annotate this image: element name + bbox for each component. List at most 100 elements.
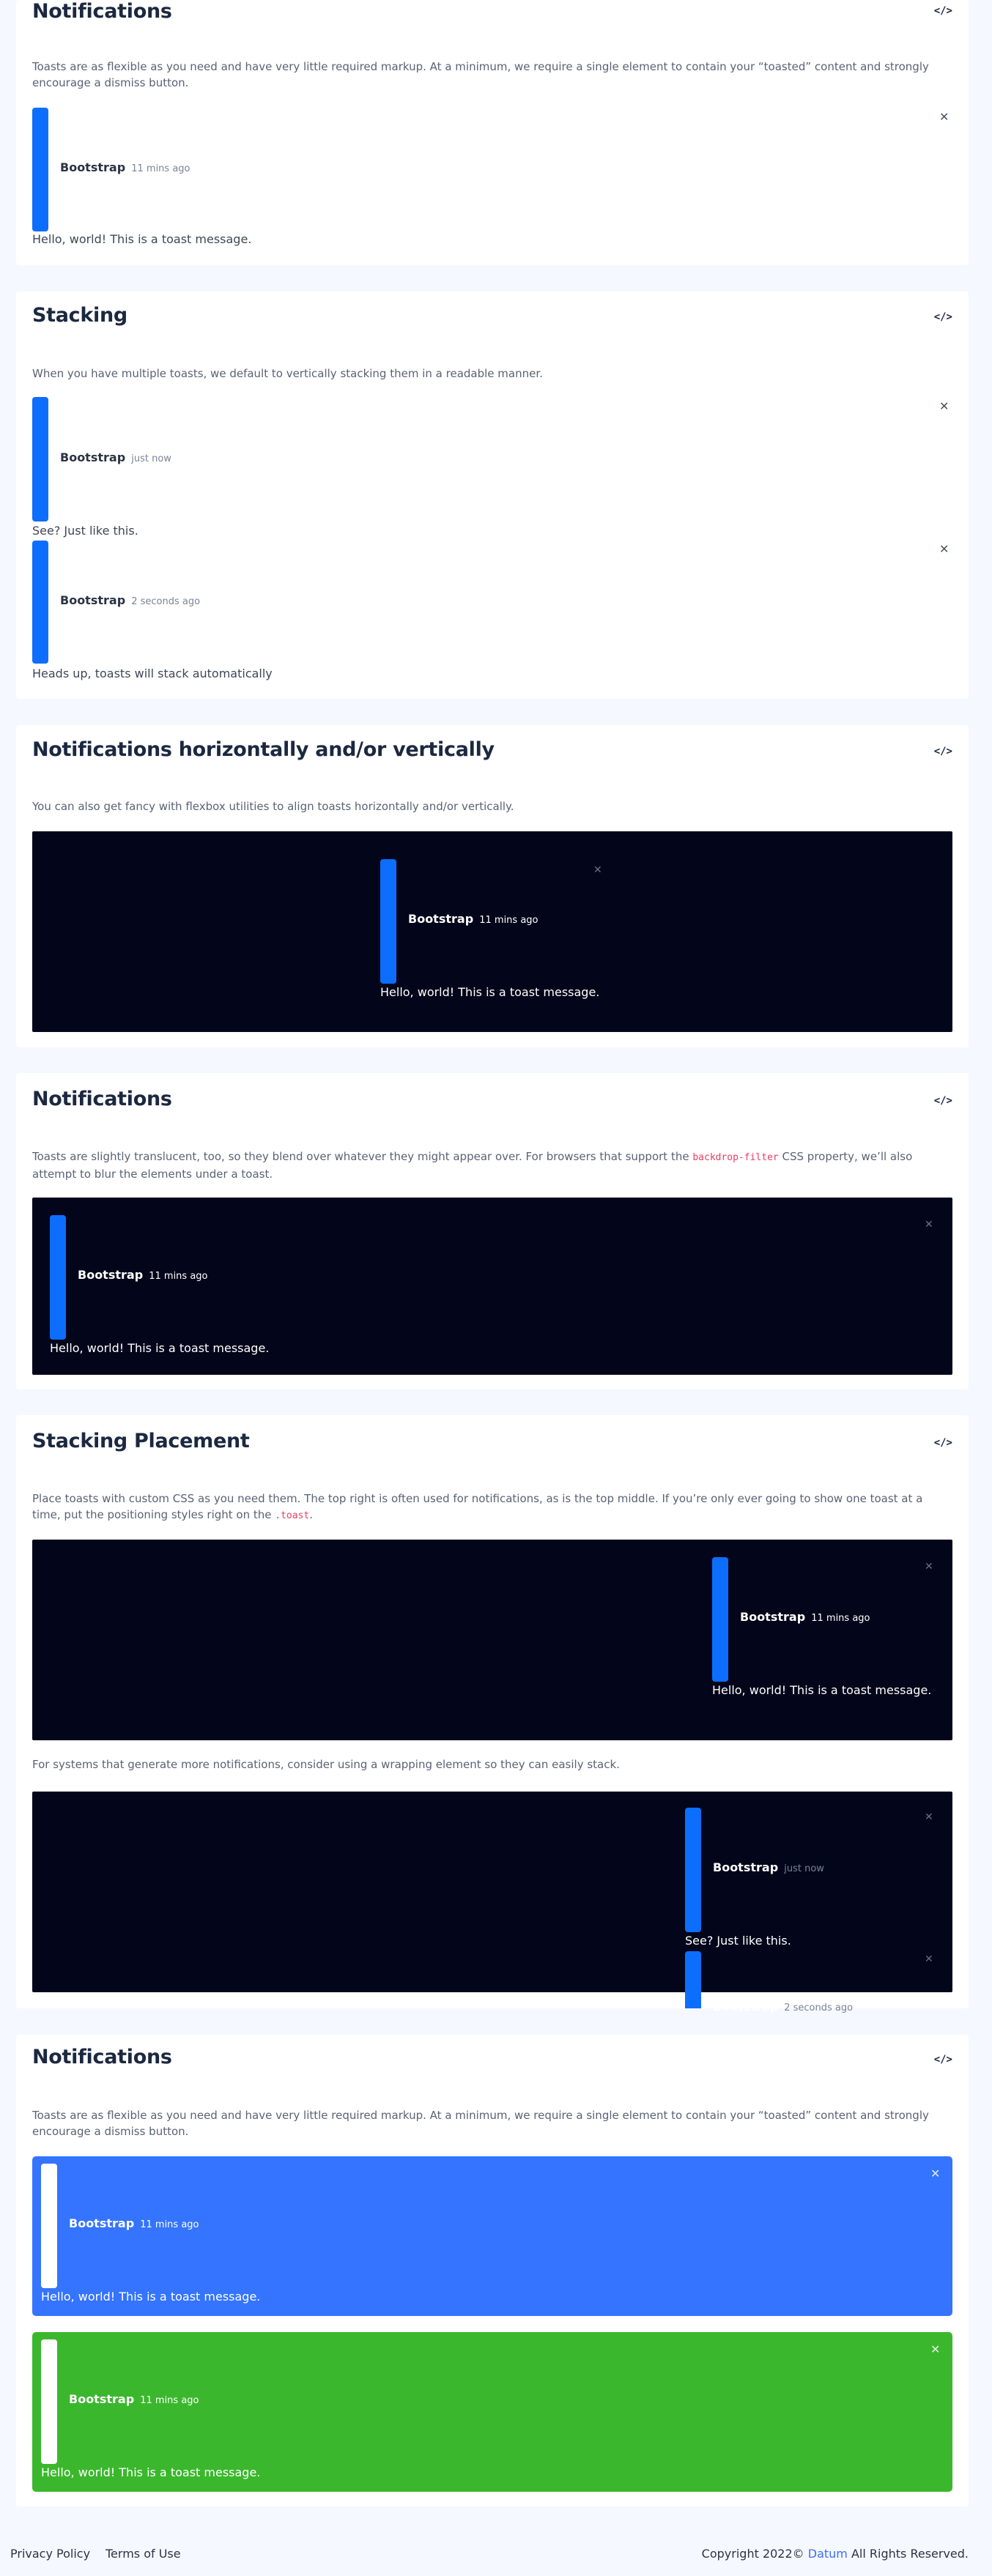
toast-header: Bootstrap 11 mins ago (740, 1610, 870, 1624)
toast-body: See? Just like this. (32, 524, 138, 538)
close-icon[interactable]: ✕ (593, 865, 602, 875)
code-toggle-button[interactable]: </> (934, 746, 952, 757)
close-icon[interactable]: ✕ (925, 1812, 933, 1822)
toast-body: Hello, world! This is a toast message. (380, 985, 600, 999)
card-description: Toasts are as flexible as you need and h… (32, 2109, 929, 2138)
copyright-text: Copyright 2022© (701, 2547, 804, 2561)
card-title: Notifications (32, 1088, 172, 1110)
toast-image-placeholder (32, 397, 48, 521)
toast-time: just now (784, 1863, 824, 1874)
toast-brand: Bootstrap (740, 1610, 806, 1624)
toast-image-placeholder (32, 541, 48, 664)
code-toggle-button[interactable]: </> (934, 2054, 952, 2065)
privacy-policy-link[interactable]: Privacy Policy (10, 2547, 90, 2561)
card-title: Notifications (32, 0, 172, 23)
toast-brand: Bootstrap (78, 1268, 144, 1282)
toast-time: just now (131, 453, 171, 464)
card-description: For systems that generate more notificat… (32, 1758, 620, 1771)
toast-body: Hello, world! This is a toast message. (712, 1683, 932, 1697)
description-text: . (309, 1508, 314, 1521)
card-colored-toasts: Notifications </> Toasts are as flexible… (16, 2035, 969, 2506)
toast-body: Heads up, toasts will stack automaticall… (32, 667, 273, 680)
toast-brand: Bootstrap (60, 160, 126, 174)
toast-time: 11 mins ago (140, 2395, 199, 2406)
toast-image-placeholder (712, 1557, 728, 1682)
toast-image-placeholder (380, 859, 396, 984)
toast-time: 11 mins ago (811, 1613, 870, 1624)
toast-image-placeholder (32, 108, 48, 231)
card-description: Place toasts with custom CSS as you need… (32, 1491, 952, 1524)
close-icon[interactable]: ✕ (930, 2344, 940, 2356)
toast-header: Bootstrap 11 mins ago (69, 2216, 199, 2230)
card-title: Stacking Placement (32, 1430, 250, 1452)
card-title: Notifications horizontally and/or vertic… (32, 738, 495, 761)
toast-time: 11 mins ago (140, 2219, 199, 2230)
toast-time: 2 seconds ago (784, 2002, 854, 2013)
toast-header: Bootstrap 11 mins ago (69, 2392, 199, 2406)
toast-body: See? Just like this. (685, 1934, 791, 1948)
close-icon[interactable]: ✕ (925, 1220, 933, 1230)
toast-body: Hello, world! This is a toast message. (41, 2465, 261, 2479)
datum-link[interactable]: Datum (808, 2547, 848, 2561)
toast-time: 11 mins ago (131, 163, 190, 174)
card-stacking: Stacking </> When you have multiple toas… (16, 292, 969, 699)
toast-primary: Bootstrap 11 mins ago ✕ Hello, world! Th… (32, 2156, 952, 2316)
toast-brand: Bootstrap (60, 593, 126, 607)
card-description: You can also get fancy with flexbox util… (32, 800, 514, 813)
toast-image-placeholder (41, 2164, 57, 2288)
code-toggle-button[interactable]: </> (934, 311, 952, 323)
toast-header: Bootstrap 11 mins ago (408, 912, 538, 926)
card-title: Stacking (32, 304, 127, 327)
toast-header: Bootstrap just now (713, 1860, 824, 1874)
toast-brand: Bootstrap (69, 2392, 135, 2406)
toast-time: 11 mins ago (149, 1271, 208, 1282)
toast-success: Bootstrap 11 mins ago ✕ Hello, world! Th… (32, 2332, 952, 2492)
toast-time: 11 mins ago (479, 915, 538, 926)
copyright-suffix: All Rights Reserved. (851, 2547, 969, 2561)
inline-code: backdrop-filter (692, 1152, 779, 1163)
toast-brand: Bootstrap (408, 912, 474, 926)
dark-demo-area: Bootstrap 11 mins ago ✕ Hello, world! Th… (32, 831, 952, 1032)
toast-brand: Bootstrap (69, 2216, 135, 2230)
toast-header: Bootstrap 2 seconds ago (60, 593, 200, 607)
description-text: Place toasts with custom CSS as you need… (32, 1492, 923, 1521)
toast-brand: Bootstrap (713, 2000, 779, 2013)
card-description: Toasts are as flexible as you need and h… (32, 60, 929, 89)
dark-demo-area: Bootstrap 11 mins ago ✕ Hello, world! Th… (32, 1198, 952, 1375)
toast-brand: Bootstrap (713, 1860, 779, 1874)
close-icon[interactable]: ✕ (930, 2168, 940, 2180)
close-icon[interactable]: ✕ (939, 543, 949, 555)
close-icon[interactable]: ✕ (939, 111, 949, 123)
card-translucent: Notifications </> Toasts are slightly tr… (16, 1073, 969, 1389)
toast-body: Hello, world! This is a toast message. (32, 232, 252, 246)
card-horizontal-vertical: Notifications horizontally and/or vertic… (16, 725, 969, 1047)
card-notifications-basic: Notifications </> Toasts are as flexible… (16, 0, 969, 265)
dark-demo-area-top-right: Bootstrap 11 mins ago ✕ Hello, world! Th… (32, 1540, 952, 1740)
dark-demo-area-stack: Bootstrap just now ✕ See? Just like this… (32, 1792, 952, 2013)
toast-image-placeholder (50, 1215, 66, 1340)
card-description: When you have multiple toasts, we defaul… (32, 367, 543, 380)
toast-header: Bootstrap 11 mins ago (60, 160, 190, 174)
toast-body: Hello, world! This is a toast message. (50, 1341, 270, 1355)
close-icon[interactable]: ✕ (925, 1954, 933, 1964)
description-text: Toasts are slightly translucent, too, so… (32, 1150, 693, 1163)
code-toggle-button[interactable]: </> (934, 1437, 952, 1449)
toast-image-placeholder (685, 1808, 701, 1932)
toast-time: 2 seconds ago (131, 596, 201, 607)
code-toggle-button[interactable]: </> (934, 5, 952, 17)
toast-brand: Bootstrap (60, 450, 126, 464)
inline-code: .toast (275, 1510, 310, 1521)
toast-header: Bootstrap 11 mins ago (78, 1268, 208, 1282)
terms-of-use-link[interactable]: Terms of Use (106, 2547, 181, 2561)
toast-header: Bootstrap just now (60, 450, 171, 464)
code-toggle-button[interactable]: </> (934, 1095, 952, 1107)
toast-image-placeholder (685, 1951, 701, 2008)
card-stacking-placement: Stacking Placement </> Place toasts with… (16, 1415, 969, 2013)
copyright: Copyright 2022© Datum All Rights Reserve… (702, 2547, 969, 2561)
toast-header: Bootstrap 2 seconds ago (713, 2000, 853, 2013)
card-title: Notifications (32, 2046, 172, 2068)
close-icon[interactable]: ✕ (925, 1562, 933, 1572)
card-description: Toasts are slightly translucent, too, so… (32, 1148, 952, 1182)
close-icon[interactable]: ✕ (939, 401, 949, 412)
toast-image-placeholder (41, 2339, 57, 2464)
